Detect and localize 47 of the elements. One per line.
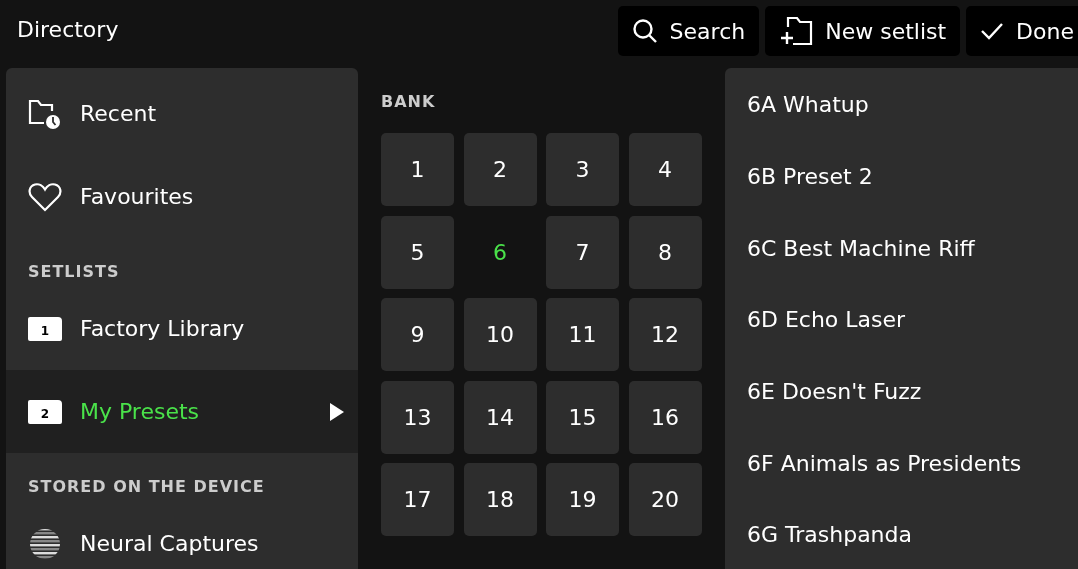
bank-tile[interactable]: 14 xyxy=(463,380,537,454)
sidebar-item[interactable]: Neural Captures xyxy=(6,502,358,569)
folder-plus-icon xyxy=(779,15,814,47)
preset-item[interactable]: 6D Echo Laser xyxy=(725,284,1078,356)
bank-tile[interactable]: 1 xyxy=(381,133,454,206)
preset-item[interactable]: 6F Animals as Presidents xyxy=(725,427,1078,500)
folder-number-icon: 1 xyxy=(28,316,62,341)
bank-tile[interactable]: 12 xyxy=(628,298,702,371)
heart-icon xyxy=(28,181,62,212)
preset-item[interactable]: 6A Whatup xyxy=(725,69,1078,141)
bank-tile[interactable]: 10 xyxy=(463,298,537,371)
arrow-right-icon xyxy=(330,402,344,421)
bank-tile[interactable]: 8 xyxy=(628,215,702,289)
bank-tile[interactable]: 2 xyxy=(463,133,537,206)
bank-tile[interactable]: 9 xyxy=(381,298,454,371)
sidebar-item[interactable]: Favourites xyxy=(6,155,358,238)
preset-item[interactable]: 6C Best Machine Riff xyxy=(725,212,1078,285)
section-heading: SETLISTS xyxy=(27,261,121,283)
bank-tile[interactable]: 13 xyxy=(381,380,454,454)
bank-heading: BANK xyxy=(381,92,437,111)
new-setlist-button[interactable]: New setlist xyxy=(765,6,961,56)
folder-clock-icon xyxy=(28,97,62,130)
search-icon xyxy=(631,18,658,44)
bank-tile[interactable]: 6 xyxy=(463,215,537,289)
check-icon xyxy=(980,21,1005,41)
done-button[interactable]: Done xyxy=(966,6,1078,56)
bank-tile[interactable]: 11 xyxy=(546,298,619,371)
bank-tile[interactable]: 4 xyxy=(628,133,702,206)
sidebar-item[interactable]: Recent xyxy=(6,72,358,155)
folder-number-icon: 2 xyxy=(28,399,62,424)
bank-tile[interactable]: 18 xyxy=(463,463,537,536)
preset-item[interactable]: 6G Trashpanda xyxy=(725,499,1078,569)
search-button[interactable]: Search xyxy=(617,6,760,56)
bank-tile[interactable]: 3 xyxy=(546,133,619,206)
section-heading: STORED ON THE DEVICE xyxy=(27,476,266,498)
bank-tile[interactable]: 20 xyxy=(628,463,702,536)
bank-tile[interactable]: 7 xyxy=(546,215,619,289)
bank-tile[interactable]: 19 xyxy=(546,463,619,536)
bank-tile[interactable]: 15 xyxy=(546,380,619,454)
preset-item[interactable]: 6B Preset 2 xyxy=(725,140,1078,213)
preset-item[interactable]: 6E Doesn't Fuzz xyxy=(725,355,1078,428)
bank-tile[interactable]: 17 xyxy=(381,463,454,536)
sidebar-item[interactable]: 1 Factory Library xyxy=(6,287,358,370)
bank-tile[interactable]: 5 xyxy=(381,215,454,289)
directory-title: Directory xyxy=(17,17,119,42)
sidebar-item[interactable]: 2 My Presets xyxy=(6,370,358,453)
bank-tile[interactable]: 16 xyxy=(628,380,702,454)
